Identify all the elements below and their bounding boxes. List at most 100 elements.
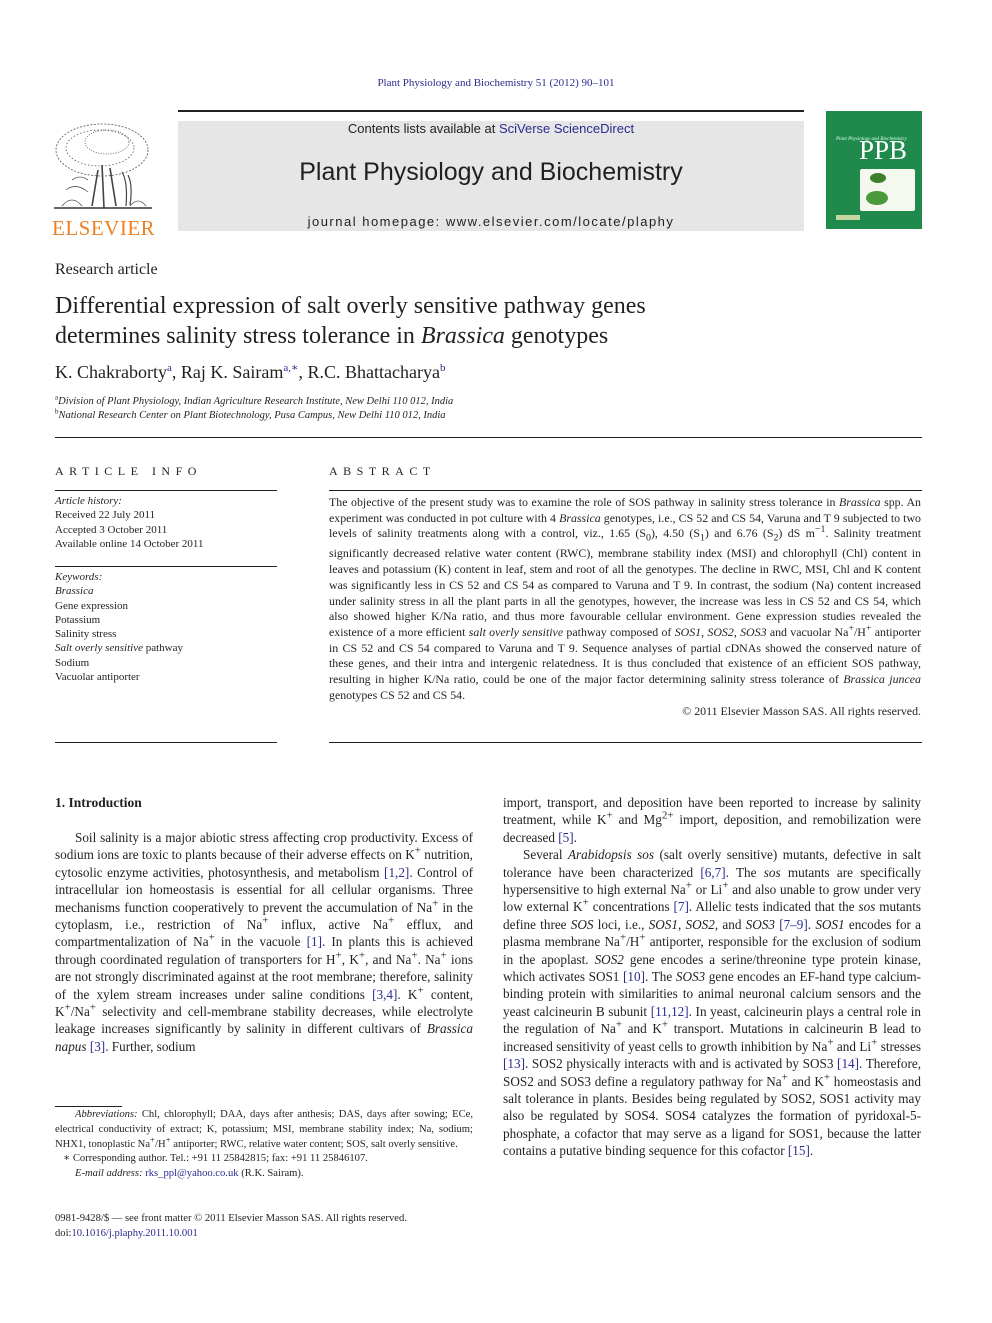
script-text: + (208, 932, 215, 945)
italic-term: Brassica juncea (843, 672, 921, 687)
author[interactable]: R.C. Bhattacharya (307, 362, 439, 382)
citation-link[interactable]: [5] (558, 830, 573, 845)
author-affiliation-marker[interactable]: b (440, 362, 446, 374)
script-text: + (432, 897, 439, 910)
author-affiliation-marker[interactable]: a (167, 362, 172, 374)
script-text: + (411, 949, 418, 962)
elsevier-tree-icon (54, 123, 152, 209)
script-text: + (358, 949, 366, 962)
citation-link[interactable]: [6,7] (700, 865, 725, 880)
italic-term: SOS1 (648, 916, 678, 932)
keywords: Keywords: Brassica Gene expression Potas… (55, 570, 183, 684)
script-text: + (387, 914, 395, 927)
article-type: Research article (55, 261, 158, 278)
script-text: −1 (814, 524, 826, 536)
script-text: + (848, 623, 854, 635)
italic-term: SOS2 (685, 916, 715, 932)
abbreviations-footnote: Abbreviations: Chl, chlorophyll; DAA, da… (55, 1108, 473, 1152)
intro-left-column: Soil salinity is a major abiotic stress … (55, 829, 473, 1055)
script-text: + (335, 949, 342, 962)
keyword: Sodium (55, 656, 90, 669)
citation-link[interactable]: [1] (307, 934, 322, 949)
script-text: + (582, 897, 589, 910)
italic-term: SOS1 (674, 625, 702, 639)
italic-term: SOS (570, 916, 594, 932)
citation-link[interactable]: [3] (90, 1039, 105, 1054)
script-text: + (606, 810, 613, 823)
keyword: Salinity stress (55, 628, 117, 641)
article-title: Differential expression of salt overly s… (55, 291, 775, 351)
citation-link[interactable]: [14] (837, 1056, 859, 1071)
title-line-2: determines salinity stress tolerance in … (55, 321, 775, 351)
keyword: Vacuolar antiporter (55, 671, 140, 684)
cover-abbreviation: PPB (859, 135, 908, 165)
italic-term: Brassica (559, 510, 601, 525)
script-text: + (871, 1036, 878, 1049)
journal-cover-image[interactable]: Plant Physiology and Biochemistry PPB (826, 111, 922, 229)
script-text: + (865, 623, 872, 635)
affiliation: bNational Research Center on Plant Biote… (55, 408, 446, 421)
affiliation-text: Division of Plant Physiology, Indian Agr… (58, 396, 454, 407)
corresponding-author-note: ∗ Corresponding author. Tel.: +91 11 258… (63, 1153, 368, 1165)
article-history: Article history: Received 22 July 2011 A… (55, 494, 203, 551)
citation-link[interactable]: [3,4] (372, 987, 397, 1002)
citation-link[interactable]: [7–9] (779, 917, 808, 932)
affiliation: aDivision of Plant Physiology, Indian Ag… (55, 394, 454, 407)
keyword: Brassica (55, 585, 94, 598)
title-text: determines salinity stress tolerance in (55, 323, 421, 349)
citation-link[interactable]: [1,2] (384, 865, 409, 880)
abstract-text: The objective of the present study was t… (329, 495, 921, 702)
doi-link[interactable]: 10.1016/j.plaphy.2011.10.001 (71, 1228, 197, 1239)
history-received: Received 22 July 2011 (55, 509, 156, 522)
footnotes: Abbreviations: Chl, chlorophyll; DAA, da… (55, 1108, 473, 1182)
script-text: + (440, 949, 447, 962)
script-text: 2+ (661, 810, 674, 823)
history-label: Article history: (55, 495, 122, 507)
script-text: + (661, 1018, 669, 1031)
script-text: + (89, 1001, 97, 1014)
abstract-rule (329, 490, 922, 491)
doi-line: doi:10.1016/j.plaphy.2011.10.001 (55, 1227, 407, 1242)
keyword: Potassium (55, 613, 101, 626)
italic-term: SOS2 (594, 951, 624, 967)
citation-link[interactable]: [10] (623, 969, 645, 984)
script-text: + (417, 984, 424, 997)
author[interactable]: Raj K. Sairam (181, 362, 283, 382)
abstract-body: The objective of the present study was t… (329, 495, 921, 719)
italic-term: SOS1 (815, 916, 845, 932)
elsevier-logo[interactable]: ELSEVIER (52, 120, 156, 240)
script-text: + (827, 1036, 834, 1049)
history-accepted: Accepted 3 October 2011 (55, 523, 168, 536)
history-online: Available online 14 October 2011 (55, 537, 204, 550)
journal-homepage-link[interactable]: journal homepage: www.elsevier.com/locat… (178, 214, 804, 229)
title-line-1: Differential expression of salt overly s… (55, 293, 646, 319)
script-text: + (722, 879, 729, 892)
journal-masthead: Contents lists available at SciVerse Sci… (178, 121, 804, 231)
email-link[interactable]: rks_ppl@yahoo.co.uk (145, 1168, 238, 1179)
running-head[interactable]: Plant Physiology and Biochemistry 51 (20… (0, 77, 992, 89)
keyword: Salt overly sensitive pathway (55, 642, 183, 655)
script-text: + (823, 1071, 831, 1084)
script-text: 1 (699, 532, 705, 544)
script-text: + (165, 1134, 171, 1145)
citation-link[interactable]: [15] (788, 1143, 810, 1158)
affiliation-text: National Research Center on Plant Biotec… (58, 410, 446, 421)
author-affiliation-marker[interactable]: a,∗ (283, 362, 298, 374)
italic-term: SOS3 (740, 625, 767, 639)
italic-term: sos (763, 864, 781, 880)
abstract-heading: ABSTRACT (329, 464, 436, 478)
journal-title: Plant Physiology and Biochemistry (299, 158, 683, 186)
intro-paragraph: Several Arabidopsis sos (salt overly sen… (503, 847, 922, 1159)
title-divider (55, 437, 922, 438)
script-text: + (615, 1018, 623, 1031)
italic-term: SOS2 (707, 625, 734, 639)
script-text: 2 (773, 532, 779, 544)
intro-right-column: import, transport, and deposition have b… (503, 794, 921, 1160)
elsevier-wordmark: ELSEVIER (52, 216, 156, 240)
citation-link[interactable]: [11,12] (651, 1004, 689, 1019)
author[interactable]: K. Chakraborty (55, 362, 167, 382)
citation-link[interactable]: [7] (674, 899, 689, 914)
italic-term: Arabidopsis sos (567, 847, 655, 863)
sciencedirect-link[interactable]: SciVerse ScienceDirect (499, 121, 634, 136)
citation-link[interactable]: [13] (503, 1056, 525, 1071)
